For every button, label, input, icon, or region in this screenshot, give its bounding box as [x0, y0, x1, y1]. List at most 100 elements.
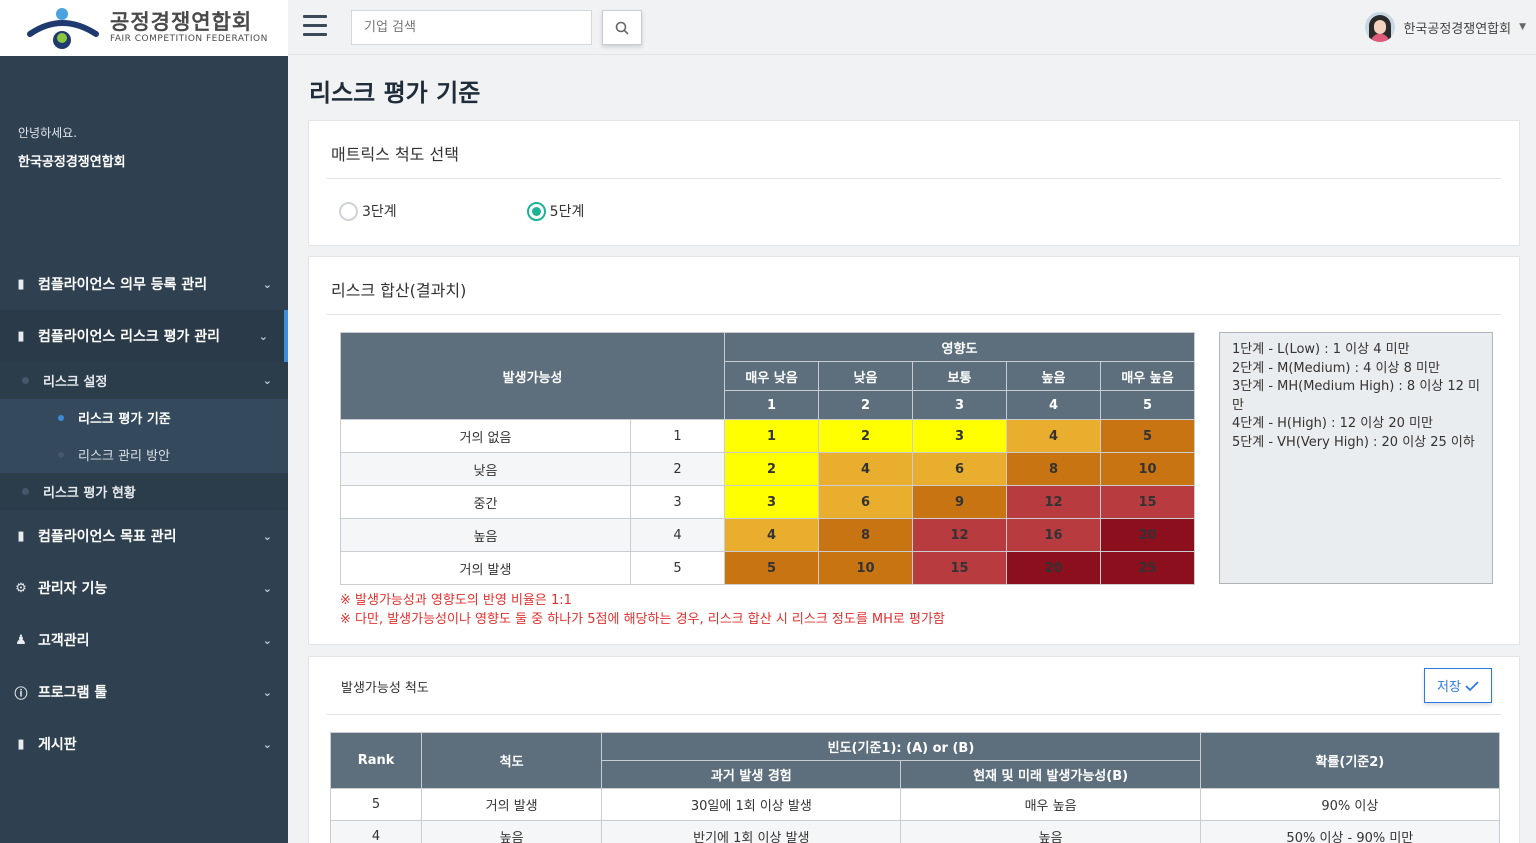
- caret-down-icon: ▼: [1519, 22, 1526, 32]
- dot-icon: [22, 488, 29, 495]
- sidebar-item-board[interactable]: ▮ 게시판 ⌄: [0, 718, 288, 770]
- save-button[interactable]: 저장: [1424, 668, 1492, 703]
- sidebar-item-admin[interactable]: ⚙ 관리자 기능 ⌄: [0, 562, 288, 614]
- cell-scale: 거의 발생: [421, 788, 603, 821]
- risk-cell: 4: [1006, 419, 1101, 453]
- matrix-scale-panel: 매트릭스 척도 선택 3단계 5단계: [308, 120, 1520, 246]
- user-menu[interactable]: 한국공정경쟁연합회 ▼: [1365, 12, 1526, 42]
- likelihood-score: 5: [630, 551, 725, 585]
- impact-header: 영향도: [724, 332, 1195, 362]
- radio-5-level[interactable]: 5단계: [526, 201, 584, 221]
- risk-cell: 15: [1100, 485, 1195, 519]
- users-icon: ♟: [15, 632, 27, 648]
- search-button[interactable]: [602, 10, 642, 45]
- matrix-scale-title: 매트릭스 척도 선택: [327, 121, 1501, 179]
- sidebar-item-risk-plan[interactable]: 리스크 관리 방안: [0, 436, 288, 473]
- cell-scale: 높음: [421, 820, 603, 843]
- col-frequency: 빈도(기준1): (A) or (B): [601, 732, 1201, 761]
- cell-rank: 4: [329, 820, 423, 843]
- sidebar-item-risk-criteria[interactable]: 리스크 평가 기준: [0, 399, 288, 436]
- sidebar-item-obligation[interactable]: ▮ 컴플라이언스 의무 등록 관리 ⌄: [0, 258, 288, 310]
- sidebar-item-risk-setting[interactable]: 리스크 설정 ⌄: [0, 362, 288, 399]
- clipboard-icon: ▮: [17, 328, 25, 344]
- col-rank: Rank: [329, 732, 423, 789]
- impact-level: 높음: [1006, 361, 1101, 391]
- risk-cell: 5: [724, 551, 819, 585]
- chevron-down-icon: ⌄: [262, 529, 272, 543]
- col-probability: 확률(기준2): [1199, 732, 1501, 789]
- company-search-input[interactable]: [351, 10, 592, 45]
- likelihood-score: 3: [630, 485, 725, 519]
- logo-subtitle: FAIR COMPETITION FEDERATION: [110, 34, 268, 44]
- hamburger-menu-icon[interactable]: [303, 15, 327, 37]
- risk-cell: 12: [912, 518, 1007, 552]
- risk-cell: 1: [724, 419, 819, 453]
- table-row: 높음 4 4 8 12 16 20: [340, 518, 1195, 552]
- risk-cell: 20: [1100, 518, 1195, 552]
- sidebar-item-customers[interactable]: ♟ 고객관리 ⌄: [0, 614, 288, 666]
- user-name: 한국공정경쟁연합회: [1403, 21, 1512, 37]
- clipboard-icon: ▮: [17, 736, 25, 752]
- table-row: 5 거의 발생 30일에 1회 이상 발생 매우 높음 90% 이상: [329, 788, 1501, 821]
- table-row: 거의 없음 1 1 2 3 4 5: [340, 419, 1195, 453]
- likelihood-header: 발생가능성: [340, 332, 725, 420]
- logo-title: 공정경쟁연합회: [110, 10, 253, 34]
- risk-cell: 2: [724, 452, 819, 486]
- chevron-down-icon: ⌄: [262, 277, 272, 291]
- risk-level-legend: 1단계 - L(Low) : 1 이상 4 미만 2단계 - M(Medium)…: [1219, 332, 1493, 584]
- greeting-org: 한국공정경쟁연합회: [18, 155, 126, 170]
- likelihood-score: 1: [630, 419, 725, 453]
- cell-past: 30일에 1회 이상 발생: [601, 788, 902, 821]
- risk-cell: 16: [1006, 518, 1101, 552]
- risk-cell: 3: [724, 485, 819, 519]
- likelihood-score: 4: [630, 518, 725, 552]
- logo[interactable]: 공정경쟁연합회 FAIR COMPETITION FEDERATION: [0, 0, 288, 56]
- sidebar-item-goal[interactable]: ▮ 컴플라이언스 목표 관리 ⌄: [0, 510, 288, 562]
- page-title: 리스크 평가 기준: [309, 79, 481, 107]
- impact-level: 보통: [912, 361, 1007, 391]
- sidebar-item-risk-assessment[interactable]: ▮ 컴플라이언스 리스크 평가 관리 ⌄: [0, 310, 288, 362]
- cell-past: 반기에 1회 이상 발생: [601, 820, 902, 843]
- risk-sum-panel: 리스크 합산(결과치) 발생가능성 영향도 매우 낮음 낮음 보통 높음 매우 …: [308, 256, 1520, 645]
- risk-cell: 3: [912, 419, 1007, 453]
- radio-3-level[interactable]: 3단계: [339, 201, 397, 221]
- table-row: 중간 3 3 6 9 12 15: [340, 485, 1195, 519]
- chevron-down-icon: ⌄: [262, 581, 272, 595]
- radio-checked-icon: [526, 201, 546, 221]
- dot-icon: [58, 414, 64, 421]
- risk-notes: ※ 발생가능성과 영향도의 반영 비율은 1:1 ※ 다만, 발생가능성이나 영…: [340, 591, 945, 629]
- greeting: 안녕하세요. 한국공정경쟁연합회: [0, 56, 288, 258]
- risk-cell: 9: [912, 485, 1007, 519]
- col-future: 현재 및 미래 발생가능성(B): [900, 760, 1201, 789]
- cell-rank: 5: [329, 788, 423, 821]
- avatar: [1365, 12, 1396, 42]
- clipboard-icon: ▮: [17, 528, 25, 544]
- note-line: ※ 발생가능성과 영향도의 반영 비율은 1:1: [340, 593, 572, 608]
- chevron-down-icon: ⌄: [262, 685, 272, 699]
- impact-level: 낮음: [818, 361, 913, 391]
- risk-submenu: 리스크 설정 ⌄ 리스크 평가 기준 리스크 관리 방안 리스크 평가 현황: [0, 362, 288, 510]
- sidebar-item-tools[interactable]: ⓘ 프로그램 툴 ⌄: [0, 666, 288, 718]
- likelihood-score: 2: [630, 452, 725, 486]
- topbar: 한국공정경쟁연합회 ▼: [288, 0, 1536, 55]
- sidebar-item-risk-status[interactable]: 리스크 평가 현황: [0, 473, 288, 510]
- likelihood-label: 낮음: [340, 452, 631, 486]
- cell-future: 높음: [900, 820, 1201, 843]
- likelihood-label: 높음: [340, 518, 631, 552]
- risk-cell: 6: [912, 452, 1007, 486]
- sidebar: 공정경쟁연합회 FAIR COMPETITION FEDERATION 안녕하세…: [0, 0, 288, 843]
- likelihood-label: 중간: [340, 485, 631, 519]
- likelihood-label: 거의 발생: [340, 551, 631, 585]
- clipboard-icon: ▮: [17, 276, 25, 292]
- col-scale: 척도: [421, 732, 603, 789]
- legend-line: 1단계 - L(Low) : 1 이상 4 미만: [1232, 342, 1410, 357]
- note-line: ※ 다만, 발생가능성이나 영향도 둘 중 하나가 5점에 해당하는 경우, 리…: [340, 612, 945, 627]
- impact-score: 3: [912, 390, 1007, 420]
- legend-line: 5단계 - VH(Very High) : 20 이상 25 이하: [1232, 434, 1475, 450]
- impact-score: 2: [818, 390, 913, 420]
- risk-cell: 8: [1006, 452, 1101, 486]
- legend-line: 4단계 - H(High) : 12 이상 20 미만: [1232, 416, 1433, 431]
- legend-line: 2단계 - M(Medium) : 4 이상 8 미만: [1232, 360, 1440, 376]
- risk-cell: 25: [1100, 551, 1195, 585]
- likelihood-scale-title: 발생가능성 척도: [327, 657, 1501, 715]
